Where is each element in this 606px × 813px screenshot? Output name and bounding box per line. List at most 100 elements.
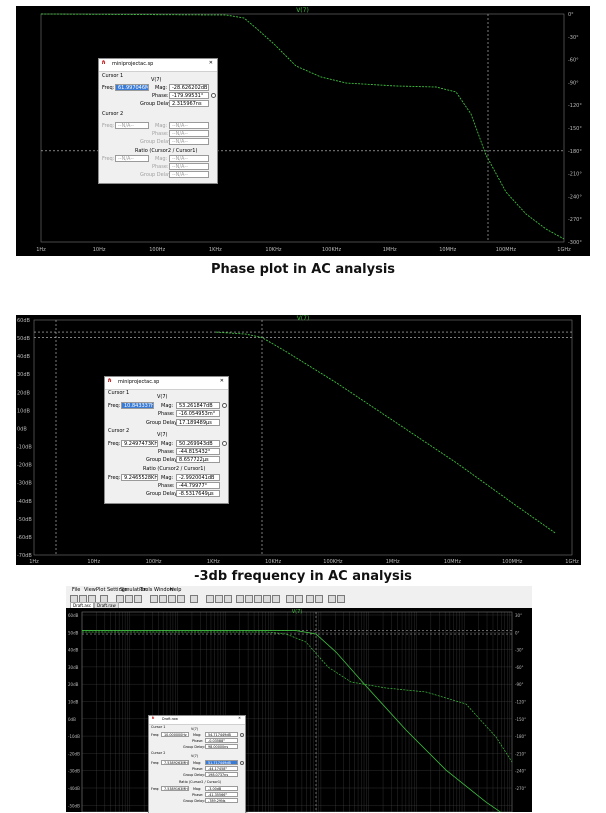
cursor2-gd-field[interactable]: 8.657722µs <box>176 456 220 463</box>
cursor2-freq-field[interactable]: 9.2497473KHz <box>121 440 158 447</box>
cursor1-phase-field[interactable]: -16.054953m° <box>176 410 220 417</box>
cursor-dialog-ltspice[interactable]: ℏ Draft.raw ✕ Cursor 1 V(7) Freq: 10.000… <box>148 715 246 813</box>
toolbar-copy-icon[interactable] <box>159 595 167 603</box>
cursor2-mag-field[interactable]: 51.717449dB <box>205 760 238 765</box>
toolbar-ground-icon[interactable] <box>215 595 223 603</box>
cursor1-phase-field[interactable]: -179.99531° <box>169 92 209 99</box>
cursor1-freq-field[interactable]: 10.843337Hz <box>121 402 154 409</box>
y-tick-label: -40dB <box>17 499 32 505</box>
phase-plot-caption: Phase plot in AC analysis <box>210 262 396 277</box>
toolbar-move-icon[interactable] <box>286 595 294 603</box>
x-tick-label: 1GHz <box>557 247 571 253</box>
x-tick-label: 10MHz <box>444 559 461 565</box>
magnitude-plot-panel[interactable]: 1Hz 10Hz 100Hz 1KHz 10KHz 100KHz 1MHz 10MHz 100M… <box>16 315 581 565</box>
toolbar-component-icon[interactable] <box>272 595 280 603</box>
toolbar-zoom-out-icon[interactable] <box>125 595 133 603</box>
ratio-phase-field[interactable]: -44.79977° <box>176 482 220 489</box>
cursor1-mag-radio[interactable] <box>240 733 244 737</box>
toolbar-resistor-icon[interactable] <box>236 595 244 603</box>
y-tick-label: -150° <box>568 126 582 132</box>
toolbar-diode-icon[interactable] <box>263 595 271 603</box>
toolbar-redo-icon[interactable] <box>315 595 323 603</box>
toolbar-capacitor-icon[interactable] <box>245 595 253 603</box>
ratio-mag-field[interactable]: -2.9920041dB <box>176 474 220 481</box>
cursor2-mag-radio[interactable] <box>240 761 244 765</box>
y-right-tick-label: -180° <box>515 734 526 739</box>
ratio-gd-field[interactable]: -789.29Ns <box>205 798 238 803</box>
y-tick-label: -210° <box>568 172 582 178</box>
cursor1-mag-field[interactable]: 54.717449dB <box>205 732 238 737</box>
menu-file[interactable]: File <box>72 587 80 593</box>
cursor1-mag-field[interactable]: 53.261847dB <box>176 402 220 409</box>
menu-tools[interactable]: Tools <box>140 587 152 593</box>
phase-trace <box>82 631 513 763</box>
y-left-tick-label: 60dB <box>68 613 79 618</box>
cursor2-gd-label: Group Delay: <box>183 773 206 777</box>
x-tick-label: 100Hz <box>149 247 165 253</box>
close-icon[interactable]: ✕ <box>209 60 213 66</box>
ltspice-bode-panel[interactable]: 60dB 50dB 40dB 30dB 20dB 10dB 0dB -10dB -20dB -30… <box>66 608 532 812</box>
cursor1-gd-field[interactable]: 17.189489µs <box>176 419 220 426</box>
y-tick-label: -60° <box>568 58 579 64</box>
cursor2-gd-field[interactable]: 198.0737ns <box>205 772 238 777</box>
freq-label: Freq: <box>102 85 115 91</box>
cursor2-mag-radio[interactable] <box>222 441 227 446</box>
dialog-titlebar[interactable]: ℏ miniprojectac.sp ✕ <box>99 59 217 72</box>
x-tick-label: 10KHz <box>265 559 281 565</box>
y-right-tick-label: -150° <box>515 717 526 722</box>
close-icon[interactable]: ✕ <box>238 716 241 720</box>
trace-label: V(7) <box>296 7 309 14</box>
toolbar-label-icon[interactable] <box>224 595 232 603</box>
cursor1-gd-field[interactable]: 2.315967ns <box>169 100 209 107</box>
ratio-mag-field[interactable]: -3.00dB <box>205 786 238 791</box>
y-right-tick-label: -210° <box>515 751 526 756</box>
toolbar-paste-icon[interactable] <box>168 595 176 603</box>
ratio-freq-field[interactable]: 7.5389163MHz <box>161 786 189 791</box>
cursor2-gd-field: --N/A-- <box>169 138 209 145</box>
cursor1-freq-field[interactable]: 61.997046MHz <box>115 84 149 91</box>
toolbar-undo-icon[interactable] <box>306 595 314 603</box>
ratio-phase-field[interactable]: -41.35566° <box>205 792 238 797</box>
cursor2-trace: V(7) <box>191 754 199 758</box>
cursor-dialog-magnitude[interactable]: ℏ miniprojectac.sp ✕ Cursor 1 V(7) Freq:… <box>104 376 229 504</box>
menu-help[interactable]: Help <box>170 587 181 593</box>
toolbar-zoom-fit-icon[interactable] <box>134 595 142 603</box>
cursor2-freq-field[interactable]: 7.5389263MHz <box>161 760 189 765</box>
cursor1-gd-field[interactable]: 98.00000ns <box>205 744 238 749</box>
y-tick-label: 0° <box>568 12 574 18</box>
cursor1-phase-field[interactable]: -0.03588° <box>205 738 238 743</box>
ratio-freq-field[interactable]: 9.2465528KHz <box>121 474 158 481</box>
close-icon[interactable]: ✕ <box>220 378 224 384</box>
y-left-tick-label: -40dB <box>68 786 80 791</box>
toolbar-text-icon[interactable] <box>328 595 336 603</box>
toolbar-drag-icon[interactable] <box>295 595 303 603</box>
cursor-dialog-phase[interactable]: ℏ miniprojectac.sp ✕ Cursor 1 V(7) Freq:… <box>98 58 218 184</box>
cursor1-label: Cursor 1 <box>108 390 130 396</box>
toolbar-wire-icon[interactable] <box>206 595 214 603</box>
magnitude-plot-svg[interactable]: 1Hz 10Hz 100Hz 1KHz 10KHz 100KHz 1MHz 10MHz 100M… <box>16 315 581 565</box>
cursor1-mag-field[interactable]: -28.626202dB <box>169 84 209 91</box>
cursor2-mag-field[interactable]: 50.269943dB <box>176 440 220 447</box>
dialog-titlebar[interactable]: ℏ Draft.raw ✕ <box>149 716 245 725</box>
cursor1-phase-radio[interactable] <box>211 93 216 98</box>
toolbar-print-icon[interactable] <box>190 595 198 603</box>
cursor2-phase-field[interactable]: -44.17458° <box>205 766 238 771</box>
y-left-tick-label: 20dB <box>68 682 79 687</box>
cursor2-phase-field[interactable]: -44.815432° <box>176 448 220 455</box>
menu-view[interactable]: View <box>84 587 96 593</box>
magnitude-trace <box>82 630 502 812</box>
toolbar-find-icon[interactable] <box>177 595 185 603</box>
cursor1-freq-field[interactable]: 10.000000Hz <box>161 732 189 737</box>
x-tick-label: 100KHz <box>322 247 342 253</box>
toolbar-spice-directive-icon[interactable] <box>337 595 345 603</box>
toolbar-inductor-icon[interactable] <box>254 595 262 603</box>
y-tick-label: 20dB <box>17 390 31 396</box>
toolbar-cut-icon[interactable] <box>150 595 158 603</box>
cursor2-trace: V(7) <box>157 432 168 438</box>
ratio-gd-field[interactable]: -8.5317649µs <box>176 490 220 497</box>
group-delay-label: Group Delay: <box>140 101 173 107</box>
dialog-titlebar[interactable]: ℏ miniprojectac.sp ✕ <box>105 377 228 390</box>
ltspice-bode-svg[interactable]: 60dB 50dB 40dB 30dB 20dB 10dB 0dB -10dB -20dB -30… <box>66 608 532 812</box>
cursor1-mag-radio[interactable] <box>222 403 227 408</box>
y-left-tick-label: 40dB <box>68 648 79 653</box>
